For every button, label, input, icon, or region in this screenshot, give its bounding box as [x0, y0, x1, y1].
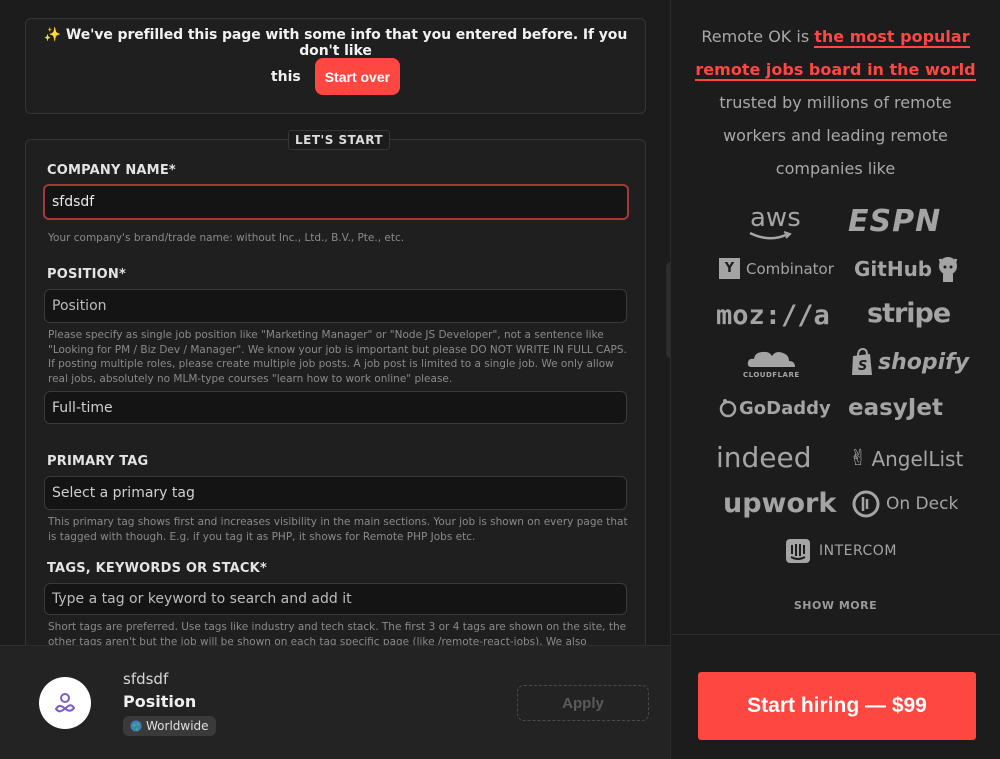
- aws-logo: aws: [749, 203, 801, 240]
- remoteok-logo-icon: [54, 693, 76, 713]
- sparkle-icon: ✨: [43, 27, 62, 43]
- espn-logo: ESPN: [848, 204, 942, 239]
- sidebar: Remote OK is the most popular remote job…: [670, 0, 1000, 759]
- intro-text-4: companies like: [775, 159, 896, 178]
- stripe-logo: stripe: [867, 298, 951, 329]
- svg-text:S: S: [858, 359, 867, 374]
- victory-hand-icon: ✌: [849, 446, 868, 471]
- company-name-help: Your company's brand/trade name: without…: [48, 232, 405, 244]
- preview-position: Position: [123, 692, 197, 711]
- globe-icon: [130, 720, 142, 732]
- section-legend: LET'S START: [288, 130, 391, 150]
- tags-label: TAGS, KEYWORDS OR STACK*: [47, 561, 267, 576]
- position-placeholder: Position: [52, 298, 107, 314]
- job-preview-bar: sfdsdf Position Worldwide Apply: [0, 645, 670, 759]
- start-over-button[interactable]: Start over: [314, 58, 401, 95]
- intercom-logo: INTERCOM: [785, 538, 897, 564]
- primary-tag-label: PRIMARY TAG: [47, 454, 149, 469]
- company-name-value: sfdsdf: [52, 194, 95, 210]
- aws-smile-icon: [749, 231, 792, 240]
- tags-input[interactable]: Type a tag or keyword to search and add …: [44, 583, 627, 615]
- company-name-label: COMPANY NAME*: [47, 163, 176, 178]
- sidebar-divider: [671, 634, 1000, 635]
- y-combinator-icon: Y: [719, 258, 740, 279]
- apply-button[interactable]: Apply: [517, 685, 649, 721]
- godaddy-logo: GoDaddy: [719, 397, 831, 419]
- preview-company: sfdsdf: [123, 670, 169, 688]
- sidebar-intro: Remote OK is the most popular remote job…: [671, 20, 1000, 185]
- easyjet-logo: easyJet: [848, 395, 943, 421]
- mozilla-logo: moz://a: [716, 300, 830, 331]
- ondeck-logo: On Deck: [852, 490, 958, 518]
- prefill-text: We've prefilled this page with some info…: [65, 27, 628, 59]
- shopping-bag-icon: S: [852, 348, 872, 375]
- employment-type-select[interactable]: Full-time: [44, 391, 627, 424]
- show-more-link[interactable]: SHOW MORE: [671, 599, 1000, 612]
- cloud-icon: [748, 351, 796, 367]
- company-avatar: [39, 677, 91, 729]
- upwork-logo: upwork: [723, 488, 837, 519]
- company-name-input[interactable]: sfdsdf: [43, 184, 629, 220]
- ycombinator-logo: Y Combinator: [719, 258, 834, 279]
- intro-text-2: trusted by millions of remote: [719, 93, 952, 112]
- indeed-logo: indeed: [716, 441, 812, 474]
- employment-type-value: Full-time: [52, 399, 113, 416]
- prefill-notice: ✨ We've prefilled this page with some in…: [25, 18, 646, 114]
- intro-text: Remote OK is: [701, 27, 810, 46]
- cloudflare-logo: CLOUDFLARE: [743, 347, 800, 379]
- octocat-icon: [938, 257, 958, 282]
- position-help: Please specify as single job position li…: [48, 329, 627, 385]
- intercom-icon: [786, 539, 810, 563]
- primary-tag-help: This primary tag shows first and increas…: [48, 516, 628, 543]
- godaddy-icon: [719, 399, 737, 418]
- tags-placeholder: Type a tag or keyword to search and add …: [52, 591, 352, 607]
- position-input[interactable]: Position: [44, 289, 627, 323]
- intro-highlight: the most popular: [814, 27, 970, 48]
- github-logo: GitHub: [854, 255, 960, 283]
- shopify-logo: S shopify: [850, 348, 969, 376]
- job-form-column: ✨ We've prefilled this page with some in…: [0, 0, 670, 645]
- prefill-text-this: this: [270, 68, 301, 85]
- tags-help: Short tags are preferred. Use tags like …: [48, 621, 627, 645]
- primary-tag-select[interactable]: Select a primary tag: [44, 476, 627, 510]
- angellist-logo: ✌ AngelList: [849, 446, 964, 471]
- intro-text-3: workers and leading remote: [723, 126, 948, 145]
- location-badge: Worldwide: [123, 716, 216, 736]
- primary-tag-placeholder: Select a primary tag: [52, 485, 195, 501]
- intro-highlight-2: remote jobs board in the world: [695, 60, 976, 81]
- start-hiring-button[interactable]: Start hiring — $99: [698, 672, 976, 740]
- ondeck-icon: [852, 490, 880, 518]
- position-label: POSITION*: [47, 267, 127, 282]
- post-job-page: ✨ We've prefilled this page with some in…: [0, 0, 1000, 759]
